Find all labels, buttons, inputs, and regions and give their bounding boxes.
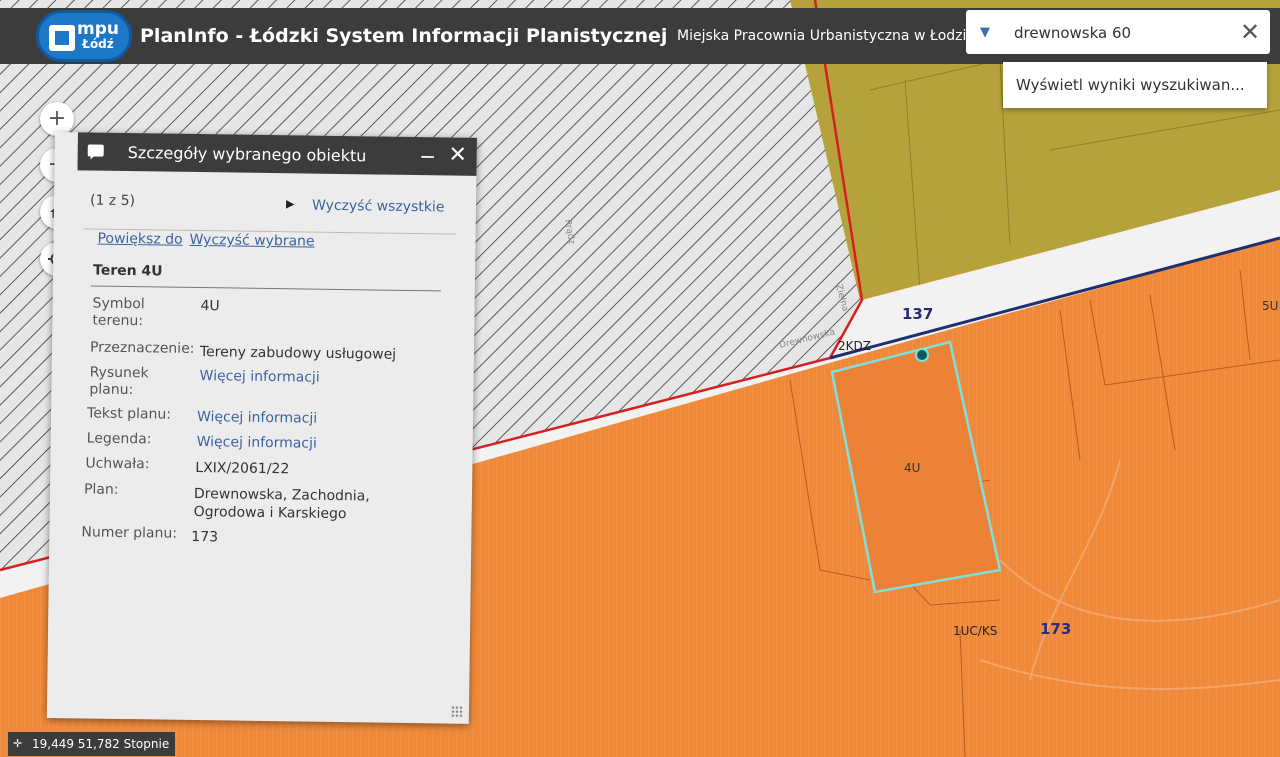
- search-source-dropdown-icon[interactable]: ▼: [974, 22, 996, 44]
- next-feature-arrow-icon[interactable]: ▶: [286, 197, 295, 210]
- zoom-in-button[interactable]: +: [40, 102, 74, 136]
- minimize-button[interactable]: −: [416, 143, 440, 169]
- coordinates-value: 19,449 51,782 Stopnie: [32, 737, 170, 751]
- coordinates-bar: ✛ 19,449 51,782 Stopnie: [8, 732, 176, 756]
- comment-icon: [87, 144, 104, 157]
- feature-counter: (1 z 5): [89, 192, 136, 210]
- selection-marker: [915, 348, 929, 362]
- plan-number-value: 173: [191, 528, 219, 546]
- map-label-plan-137: 137: [902, 305, 933, 323]
- title-divider: [90, 285, 441, 292]
- plan-label: Plan:: [83, 481, 119, 498]
- search-input[interactable]: [1012, 19, 1226, 47]
- logo-line-2: Łódź: [82, 37, 114, 51]
- map-label-plan-173: 173: [1040, 620, 1071, 638]
- resolution-label: Uchwała:: [85, 455, 150, 473]
- panel-header[interactable]: Szczegóły wybranego obiektu − ✕: [77, 132, 477, 176]
- symbol-label: Symbol terenu:: [92, 295, 145, 330]
- zoom-to-link[interactable]: Powiększ do: [97, 231, 182, 248]
- purpose-value: Tereny zabudowy usługowej: [199, 344, 397, 363]
- mpu-logo[interactable]: mpu Łódź: [36, 10, 132, 62]
- map-label-road-code: 2KDZ: [838, 339, 871, 353]
- search-box: ▼ ✕: [966, 10, 1270, 54]
- drawing-more-info-link[interactable]: Więcej informacji: [199, 368, 319, 386]
- resize-handle[interactable]: [450, 705, 464, 718]
- panel-title: Szczegóły wybranego obiektu: [127, 143, 367, 166]
- map-label-1uc-ks: 1UC/KS: [953, 624, 997, 638]
- plan-number-label: Numer planu:: [81, 524, 178, 542]
- organization-name: Miejska Pracownia Urbanistyczna w Łodzi: [677, 28, 967, 44]
- symbol-value: 4U: [200, 298, 220, 315]
- resolution-value: LXIX/2061/22: [195, 459, 290, 478]
- search-suggestion-item[interactable]: Wyświetl wyniki wyszukiwan...: [1003, 62, 1267, 108]
- app-title: PlanInfo - Łódzki System Informacji Plan…: [140, 25, 668, 47]
- text-more-info-link[interactable]: Więcej informacji: [197, 409, 317, 427]
- crosshair-icon: ✛: [13, 737, 23, 750]
- clear-all-link[interactable]: Wyczyść wszystkie: [312, 198, 445, 216]
- map-label-4u: 4U: [904, 461, 920, 475]
- app-header: mpu Łódź PlanInfo - Łódzki System Inform…: [0, 8, 1280, 64]
- logo-mark-icon: [49, 25, 75, 51]
- legend-more-info-link[interactable]: Więcej informacji: [197, 434, 317, 452]
- legend-label: Legenda:: [86, 430, 152, 448]
- search-clear-icon[interactable]: ✕: [1236, 18, 1264, 46]
- plan-value: Drewnowska, Zachodnia, Ogrodowa i Karski…: [193, 485, 370, 523]
- close-icon[interactable]: ✕: [444, 141, 472, 169]
- feature-details-panel: Szczegóły wybranego obiektu − ✕ (1 z 5) …: [46, 132, 477, 724]
- purpose-label: Przeznaczenie:: [89, 339, 195, 357]
- logo-line-1: mpu: [77, 19, 119, 39]
- drawing-label: Rysunek planu:: [89, 364, 149, 399]
- map-label-5u: 5U: [1262, 299, 1278, 313]
- text-label: Tekst planu:: [86, 405, 172, 423]
- logo-text: mpu Łódź: [77, 19, 119, 52]
- feature-title: Teren 4U: [92, 262, 163, 280]
- clear-selected-link[interactable]: Wyczyść wybrane: [189, 232, 314, 250]
